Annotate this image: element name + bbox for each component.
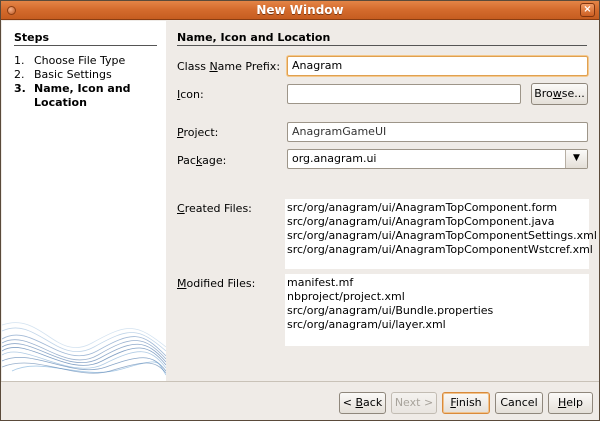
title-bar[interactable]: New Window ×	[1, 1, 599, 20]
steps-panel: Steps 1. Choose File Type 2. Basic Setti…	[2, 21, 166, 381]
step-item: 1. Choose File Type	[14, 54, 164, 68]
modified-files-list: manifest.mf nbproject/project.xml src/or…	[285, 274, 589, 346]
icon-input[interactable]	[287, 84, 521, 104]
help-button[interactable]: Help	[548, 392, 593, 414]
class-name-prefix-input[interactable]: Anagram	[287, 56, 588, 76]
step-label: Name, Icon and Location	[34, 82, 131, 109]
new-window-dialog: New Window × Steps 1. Choose File Type 2…	[0, 0, 600, 421]
list-item: src/org/anagram/ui/AnagramTopComponent.f…	[287, 201, 558, 214]
list-item: src/org/anagram/ui/layer.xml	[287, 318, 446, 331]
modified-files-label: Modified Files:	[177, 277, 256, 290]
package-label: Package:	[177, 154, 227, 167]
package-value: org.anagram.ui	[292, 152, 377, 165]
list-item: src/org/anagram/ui/AnagramTopComponent.j…	[287, 215, 555, 228]
chevron-down-icon[interactable]: ▼	[565, 150, 587, 168]
close-icon[interactable]: ×	[580, 3, 595, 17]
list-item: src/org/anagram/ui/AnagramTopComponentSe…	[287, 229, 597, 242]
class-name-prefix-label: Class Name Prefix:	[177, 60, 281, 73]
decorative-waves-image	[2, 322, 166, 376]
finish-button[interactable]: Finish	[442, 392, 490, 414]
steps-title: Steps	[14, 31, 50, 44]
steps-divider	[14, 45, 157, 46]
icon-label: Icon:	[177, 88, 204, 101]
cancel-button[interactable]: Cancel	[495, 392, 543, 414]
back-button[interactable]: < Back	[339, 392, 386, 414]
step-number: 3.	[14, 82, 26, 95]
next-button[interactable]: Next >	[391, 392, 437, 414]
created-files-label: Created Files:	[177, 202, 252, 215]
steps-list: 1. Choose File Type 2. Basic Settings 3.…	[14, 54, 164, 110]
project-field: AnagramGameUI	[287, 122, 588, 142]
window-title: New Window	[256, 3, 344, 17]
package-combobox[interactable]: org.anagram.ui ▼	[287, 149, 588, 169]
step-number: 2.	[14, 68, 25, 81]
content-panel: Name, Icon and Location Class Name Prefi…	[167, 21, 599, 381]
list-item: nbproject/project.xml	[287, 290, 405, 303]
step-number: 1.	[14, 54, 25, 67]
list-item: src/org/anagram/ui/Bundle.properties	[287, 304, 494, 317]
footer-divider	[1, 381, 599, 382]
panel-divider	[177, 45, 587, 46]
list-item: src/org/anagram/ui/AnagramTopComponentWs…	[287, 243, 593, 256]
browse-button[interactable]: Browse...	[531, 83, 588, 105]
list-item: manifest.mf	[287, 276, 354, 289]
project-label: Project:	[177, 126, 219, 139]
panel-title: Name, Icon and Location	[177, 31, 331, 44]
step-item: 2. Basic Settings	[14, 68, 164, 82]
step-label: Choose File Type	[34, 54, 126, 67]
step-item-current: 3. Name, Icon and Location	[14, 82, 164, 110]
created-files-list: src/org/anagram/ui/AnagramTopComponent.f…	[285, 199, 597, 269]
step-label: Basic Settings	[34, 68, 112, 81]
